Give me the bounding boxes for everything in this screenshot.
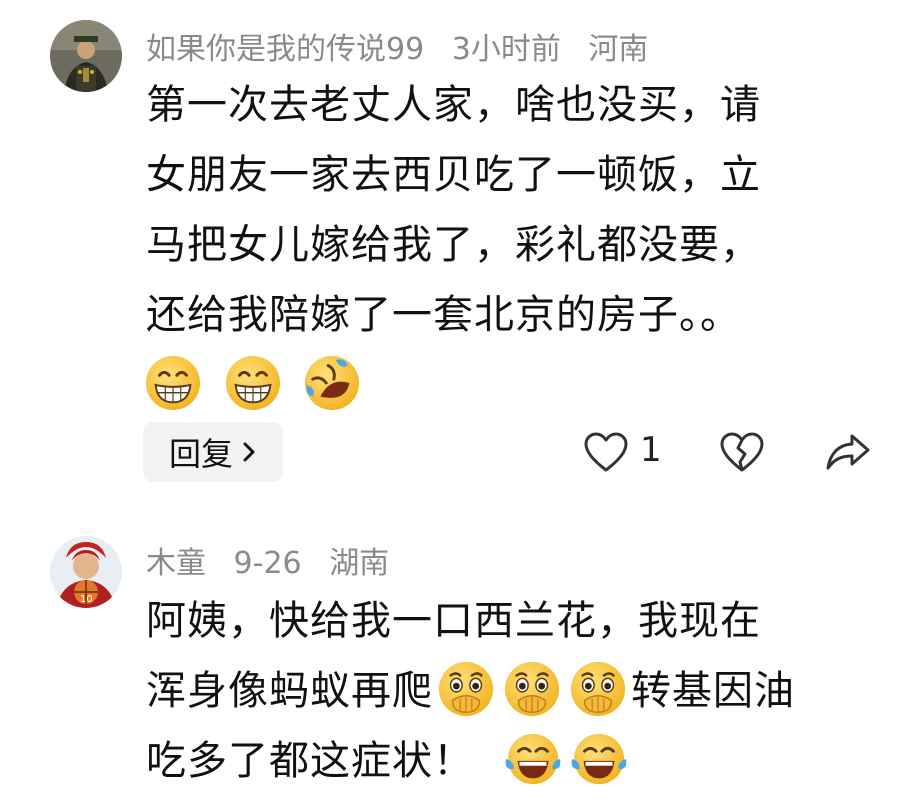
hand-over-mouth-emoji [503, 660, 561, 718]
comment-line: 马把女儿嫁给我了，彩礼都没要， [146, 222, 761, 268]
comment-text: 阿姨，快给我一口西兰花，我现在 浑身像蚂蚁再爬 转基因油 吃多了都这症状！ [146, 586, 876, 796]
comment-text-segment: 转基因油 [631, 668, 795, 714]
hand-over-mouth-emoji [569, 660, 627, 718]
like-count: 1 [640, 430, 662, 470]
reply-button[interactable]: 回复 [143, 422, 283, 482]
comment-line: 第一次去老丈人家，啥也没买，请 [146, 82, 761, 128]
share-icon[interactable] [826, 432, 870, 472]
tears-of-joy-emoji [570, 730, 628, 788]
grin-emoji [224, 354, 282, 412]
comment-time: 9-26 [233, 546, 302, 581]
comment-text-segment: 吃多了都这症状！ [146, 738, 474, 784]
comment-item: 10 木童 9-26 湖南 阿姨，快给我一口西兰花，我现在 浑身像蚂蚁再爬 转基因… [0, 520, 918, 804]
tears-of-joy-emoji [504, 730, 562, 788]
hand-over-mouth-emoji [437, 660, 495, 718]
reply-label: 回复 [168, 435, 233, 473]
comment-time: 3小时前 [451, 32, 561, 67]
avatar[interactable]: 10 [50, 536, 122, 608]
comment-location: 湖南 [329, 546, 390, 581]
comment-meta: 如果你是我的传说99 3小时前 河南 [146, 24, 666, 68]
emoji-row [140, 350, 876, 420]
rolling-laugh-emoji [303, 354, 361, 412]
svg-text:10: 10 [80, 594, 93, 605]
grin-emoji [144, 354, 202, 412]
comment-line: 阿姨，快给我一口西兰花，我现在 [146, 598, 761, 644]
comment-text-segment: 浑身像蚂蚁再爬 [146, 668, 433, 714]
comment-meta: 木童 9-26 湖南 [146, 538, 407, 582]
chevron-right-icon [243, 442, 255, 462]
broken-heart-icon[interactable] [720, 432, 764, 474]
comment-line: 女朋友一家去西贝吃了一顿饭，立 [146, 152, 761, 198]
comment-line: 吃多了都这症状！ [146, 726, 876, 796]
heart-icon[interactable] [584, 432, 628, 474]
comment-line: 还给我陪嫁了一套北京的房子。。 [146, 292, 741, 338]
avatar[interactable] [50, 20, 122, 92]
username[interactable]: 木童 [146, 546, 206, 581]
username[interactable]: 如果你是我的传说99 [146, 32, 424, 67]
comment-line: 浑身像蚂蚁再爬 转基因油 [146, 656, 876, 726]
comment-location: 河南 [588, 32, 649, 67]
comment-item: 如果你是我的传说99 3小时前 河南 第一次去老丈人家，啥也没买，请 女朋友一家… [0, 0, 918, 500]
comment-text: 第一次去老丈人家，啥也没买，请 女朋友一家去西贝吃了一顿饭，立 马把女儿嫁给我了… [146, 70, 876, 420]
